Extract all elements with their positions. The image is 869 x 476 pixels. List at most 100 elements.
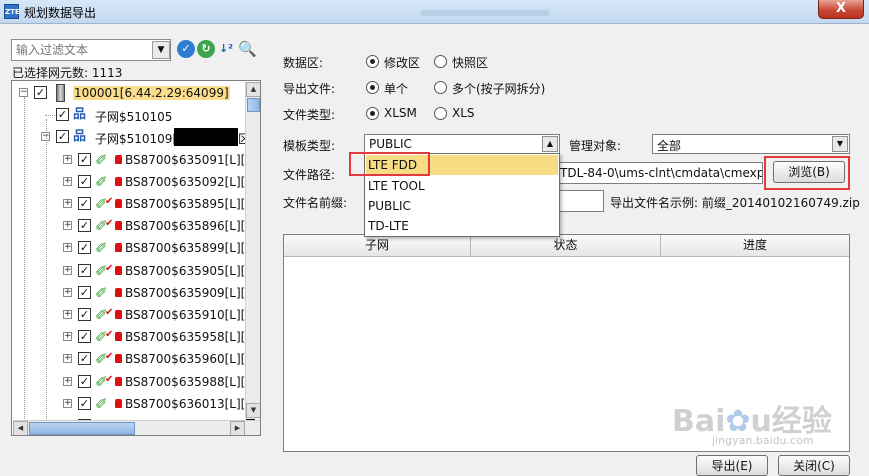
lock-icon bbox=[115, 243, 122, 253]
file-path-input[interactable]: TDL-84-0\ums-clnt\cmdata\cmexport bbox=[555, 162, 763, 184]
tree-node-label: BS8700$635910[L][ bbox=[125, 308, 246, 322]
column-header-progress[interactable]: 进度 bbox=[661, 235, 849, 257]
radio-single-file[interactable] bbox=[366, 81, 379, 94]
expand-icon[interactable]: + bbox=[63, 354, 72, 364]
radio-multiple-files-label[interactable]: 多个(按子网拆分) bbox=[452, 80, 545, 97]
dropdown-option-td-lte[interactable]: TD-LTE bbox=[366, 216, 558, 236]
collapse-icon[interactable]: − bbox=[19, 88, 28, 97]
node-checkbox[interactable]: ✓ bbox=[34, 86, 47, 99]
expand-icon[interactable]: + bbox=[63, 398, 72, 408]
window-close-button[interactable]: X bbox=[818, 0, 864, 19]
node-checkbox[interactable]: ✓ bbox=[56, 108, 69, 122]
expand-icon[interactable]: + bbox=[63, 221, 72, 231]
radio-xlsm[interactable] bbox=[366, 107, 379, 120]
scroll-thumb[interactable] bbox=[247, 98, 260, 112]
managed-object-label: 管理对象: bbox=[569, 139, 622, 153]
radio-snapshot-area-label[interactable]: 快照区 bbox=[452, 54, 488, 71]
lock-icon bbox=[115, 398, 122, 408]
ne-alarm-icon: ✐ ✔ bbox=[95, 261, 114, 280]
tree-node-label: BS8700$635905[L][ bbox=[125, 263, 246, 278]
ne-alarm-icon: ✐ ✔ bbox=[95, 372, 114, 391]
node-checkbox[interactable]: ✓ bbox=[78, 241, 91, 255]
filter-input[interactable] bbox=[13, 41, 151, 59]
radio-xlsm-label[interactable]: XLSM bbox=[384, 106, 417, 120]
tree-node-label: BS8700$635896[L][ bbox=[125, 219, 246, 234]
expand-icon[interactable]: + bbox=[63, 176, 72, 186]
column-header-status[interactable]: 状态 bbox=[471, 235, 661, 257]
node-checkbox[interactable]: ✓ bbox=[78, 263, 91, 277]
refresh-icon[interactable]: ↻ bbox=[197, 40, 215, 58]
column-header-subnet[interactable]: 子网 bbox=[284, 235, 471, 257]
expand-icon[interactable]: + bbox=[63, 243, 72, 253]
node-checkbox[interactable]: ✓ bbox=[56, 130, 69, 144]
check-all-icon[interactable]: ✓ bbox=[177, 40, 195, 58]
node-checkbox[interactable]: ✓ bbox=[78, 330, 91, 344]
tree-node-label: BS8700$635988[L][ bbox=[125, 374, 246, 389]
tree-node-label: BS8700$635960[L][ bbox=[125, 352, 246, 367]
tree-root-node[interactable]: − ✓ 100001[6.44.2.29:64099] bbox=[12, 82, 244, 104]
node-checkbox[interactable]: ✓ bbox=[78, 396, 91, 410]
template-type-label: 模板类型: bbox=[283, 139, 336, 153]
node-checkbox[interactable]: ✓ bbox=[78, 352, 91, 366]
expand-icon[interactable]: + bbox=[63, 199, 72, 208]
chevron-down-icon[interactable]: ▼ bbox=[832, 136, 848, 152]
node-checkbox[interactable]: ✓ bbox=[78, 197, 91, 210]
scroll-up-icon[interactable]: ▲ bbox=[246, 82, 260, 97]
expand-icon[interactable]: + bbox=[63, 287, 72, 297]
node-checkbox[interactable]: ✓ bbox=[78, 219, 91, 233]
scroll-thumb[interactable] bbox=[29, 422, 135, 435]
tree-vertical-scrollbar[interactable]: ▲ ▼ bbox=[245, 82, 260, 419]
export-button[interactable]: 导出(E) bbox=[696, 455, 768, 476]
browse-button[interactable]: 浏览(B) bbox=[773, 161, 845, 183]
ne-normal-icon: ✐ bbox=[95, 283, 108, 302]
ne-alarm-icon: ✐ ✔ bbox=[95, 217, 114, 236]
chevron-up-icon[interactable]: ▲ bbox=[542, 136, 558, 152]
subnet-icon: 品 bbox=[73, 107, 87, 123]
close-button[interactable]: 关闭(C) bbox=[778, 455, 850, 476]
radio-xls[interactable] bbox=[434, 107, 447, 120]
tree-node-label: BS8700$635899[L][ bbox=[125, 241, 246, 256]
filter-combobox[interactable]: ▼ bbox=[11, 39, 171, 61]
expand-icon[interactable]: + bbox=[63, 154, 72, 164]
tree-node-label: 100001[6.44.2.29:64099] bbox=[73, 86, 230, 100]
radio-modify-area-label[interactable]: 修改区 bbox=[384, 54, 420, 71]
expand-icon[interactable]: + bbox=[63, 332, 72, 342]
expand-icon[interactable]: + bbox=[63, 376, 72, 386]
sort-icon[interactable]: ↓² bbox=[217, 40, 235, 58]
radio-single-file-label[interactable]: 单个 bbox=[384, 80, 408, 97]
scroll-left-icon[interactable]: ◀ bbox=[13, 421, 28, 435]
node-checkbox[interactable]: ✓ bbox=[78, 308, 91, 321]
dropdown-option-public[interactable]: PUBLIC bbox=[366, 196, 558, 216]
node-checkbox[interactable]: ✓ bbox=[78, 285, 91, 299]
scroll-right-icon[interactable]: ▶ bbox=[230, 421, 245, 435]
ne-normal-icon: ✐ bbox=[95, 172, 108, 191]
tree-node-label: BS8700$635958[L][ bbox=[125, 330, 246, 345]
node-checkbox[interactable]: ✓ bbox=[78, 174, 91, 188]
radio-snapshot-area[interactable] bbox=[434, 55, 447, 68]
subnet-icon: 品 bbox=[73, 129, 87, 145]
lock-icon bbox=[115, 221, 122, 231]
expand-icon[interactable]: + bbox=[63, 310, 72, 319]
find-icon[interactable]: 🔍 bbox=[238, 40, 257, 58]
tree-node-label: BS8700$635909[L][ bbox=[125, 285, 246, 300]
radio-xls-label[interactable]: XLS bbox=[452, 106, 475, 120]
tree-horizontal-scrollbar[interactable]: ◀ ▶ bbox=[13, 420, 260, 435]
dropdown-option-lte-tool[interactable]: LTE TOOL bbox=[366, 176, 558, 196]
template-type-combobox[interactable]: PUBLIC ▲ bbox=[364, 134, 560, 154]
radio-multiple-files[interactable] bbox=[434, 81, 447, 94]
tree-node-label: BS8700$635091[L][ bbox=[125, 152, 246, 167]
lock-icon bbox=[115, 287, 122, 297]
ne-tree[interactable]: − ✓ 100001[6.44.2.29:64099] ✓ 品子网$510105− ✓ 品子… bbox=[11, 80, 261, 436]
ne-alarm-icon: ✐ ✔ bbox=[95, 350, 114, 369]
ne-normal-icon: ✐ bbox=[95, 239, 108, 258]
lock-icon bbox=[115, 376, 122, 386]
expand-icon[interactable]: + bbox=[63, 265, 72, 275]
radio-modify-area[interactable] bbox=[366, 55, 379, 68]
filter-dropdown-arrow-icon[interactable]: ▼ bbox=[152, 41, 170, 59]
server-icon bbox=[51, 84, 71, 102]
managed-object-combobox[interactable]: 全部 ▼ bbox=[652, 134, 850, 154]
file-prefix-input[interactable] bbox=[555, 190, 604, 212]
scroll-down-icon[interactable]: ▼ bbox=[246, 403, 260, 418]
node-checkbox[interactable]: ✓ bbox=[78, 374, 91, 388]
node-checkbox[interactable]: ✓ bbox=[78, 152, 91, 166]
